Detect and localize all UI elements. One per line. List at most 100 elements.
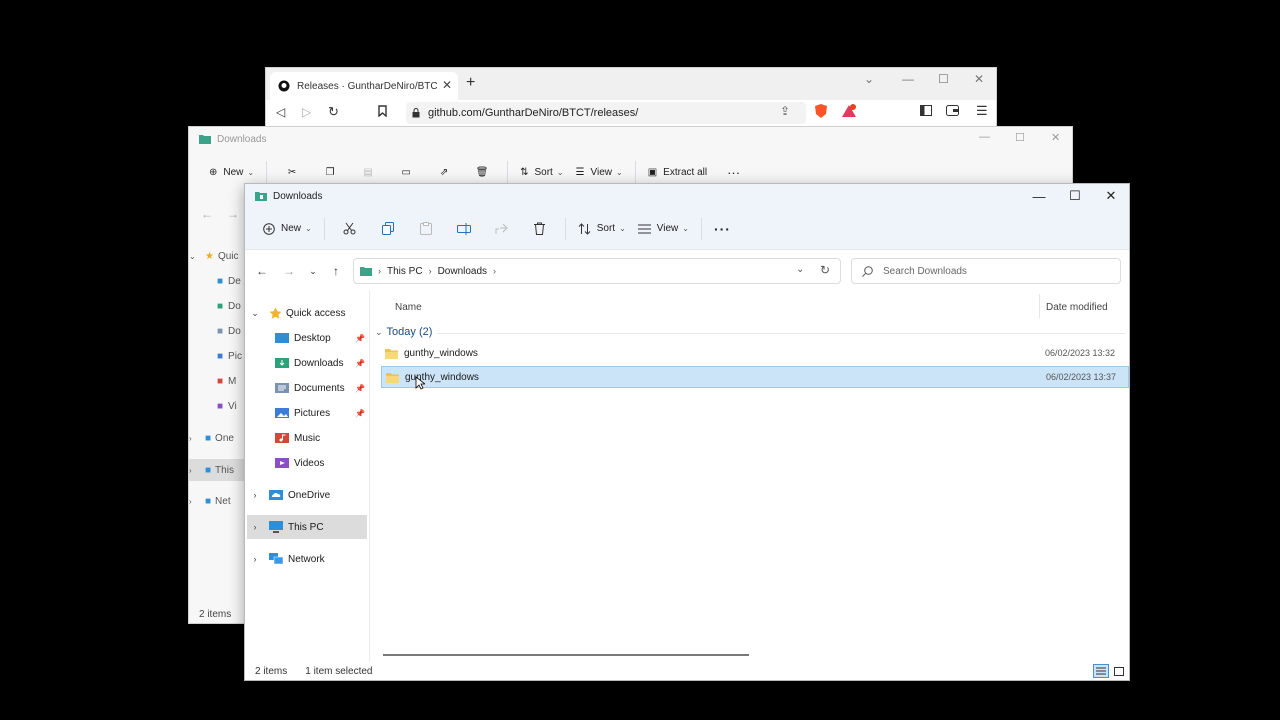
url-text: github.com/GuntharDeNiro/BTCT/releases/ xyxy=(428,107,639,119)
horizontal-scrollbar[interactable] xyxy=(383,654,749,656)
file-list: Name Date modified ⌄ Today (2) gunthy_wi… xyxy=(371,290,1129,662)
up-icon[interactable]: ↑ xyxy=(325,262,347,280)
reload-icon[interactable]: ↻ xyxy=(328,104,339,120)
close-button[interactable]: ✕ xyxy=(1093,184,1129,208)
rename-icon[interactable] xyxy=(445,214,483,244)
folder-icon xyxy=(386,372,399,383)
sidebar-item-this-pc[interactable]: › This PC xyxy=(247,515,367,539)
breadcrumb-this-pc[interactable]: This PC xyxy=(387,266,423,277)
back-icon[interactable]: ← xyxy=(201,207,213,221)
pin-icon[interactable]: 📌 xyxy=(355,359,365,368)
forward-icon[interactable]: → xyxy=(227,207,239,221)
chevron-down-icon: ⌄ xyxy=(619,224,626,233)
extract-icon: ▣ xyxy=(647,166,658,178)
pin-icon[interactable]: 📌 xyxy=(355,409,365,418)
mouse-cursor-icon xyxy=(415,376,425,390)
view-icon: ☰ xyxy=(575,166,585,178)
breadcrumb-downloads[interactable]: Downloads xyxy=(438,266,487,277)
browser-tab[interactable]: Releases · GuntharDeNiro/BTCT ✕ xyxy=(270,72,458,100)
close-button[interactable]: ✕ xyxy=(974,72,984,86)
chevron-down-icon: ⌄ xyxy=(305,224,312,233)
back-icon[interactable]: ← xyxy=(251,262,273,280)
status-bar: 2 items 1 item selected xyxy=(245,662,1129,680)
column-header-name[interactable]: Name xyxy=(395,302,422,313)
wallet-icon[interactable] xyxy=(946,105,959,116)
search-box[interactable]: Search Downloads xyxy=(851,258,1121,284)
sidebar-item-onedrive[interactable]: › ■ One xyxy=(189,427,249,449)
group-header-today[interactable]: ⌄ Today (2) xyxy=(375,326,432,338)
brave-rewards-icon[interactable] xyxy=(841,104,857,118)
sidebar-item-music[interactable]: Music xyxy=(245,426,369,450)
sidebar-item-downloads[interactable]: Downloads 📌 xyxy=(245,351,369,375)
minimize-button[interactable]: — xyxy=(1021,184,1057,208)
refresh-icon[interactable]: ↻ xyxy=(820,263,830,277)
brave-shield-icon[interactable] xyxy=(814,103,828,119)
column-header-date-modified[interactable]: Date modified xyxy=(1046,302,1108,313)
sidebar-item-desktop[interactable]: Desktop 📌 xyxy=(245,326,369,350)
bookmark-icon[interactable] xyxy=(378,105,387,117)
sidebar-item-quick-access[interactable]: ⌄ ★ Quic xyxy=(189,245,249,267)
tiles-view-icon[interactable] xyxy=(1111,664,1127,678)
sidebar-item-pictures[interactable]: Pictures 📌 xyxy=(245,401,369,425)
chevron-down-icon: ⌄ xyxy=(375,326,383,337)
address-bar[interactable]: github.com/GuntharDeNiro/BTCT/releases/ xyxy=(406,102,806,124)
close-tab-icon[interactable]: ✕ xyxy=(442,78,452,92)
more-options-button[interactable]: ··· xyxy=(708,214,737,244)
minimize-button[interactable]: — xyxy=(979,131,990,143)
new-button[interactable]: New ⌄ xyxy=(257,214,318,244)
sidebar-item-desktop[interactable]: ■ De xyxy=(189,270,249,292)
documents-folder-icon xyxy=(275,383,289,393)
maximize-button[interactable]: ☐ xyxy=(1057,184,1093,208)
pin-icon[interactable]: 📌 xyxy=(355,334,365,343)
close-button[interactable]: ✕ xyxy=(1051,131,1060,144)
videos-folder-icon xyxy=(275,458,289,468)
sidebar-item-documents[interactable]: ■ Do xyxy=(189,320,249,342)
sidebar-item-onedrive[interactable]: › OneDrive xyxy=(245,483,369,507)
sidebar-icon[interactable] xyxy=(920,105,932,116)
sidebar-item-documents[interactable]: Documents 📌 xyxy=(245,376,369,400)
sidebar-item-videos[interactable]: Videos xyxy=(245,451,369,475)
pin-icon[interactable]: 📌 xyxy=(355,384,365,393)
breadcrumb-chevron-icon: › xyxy=(493,266,497,276)
sidebar-item-network[interactable]: › Network xyxy=(245,547,369,571)
copy-icon[interactable] xyxy=(369,214,407,244)
search-icon xyxy=(862,265,873,277)
search-placeholder: Search Downloads xyxy=(883,265,967,277)
file-row-selected[interactable]: gunthy_windows 06/02/2023 13:37 xyxy=(381,366,1129,388)
sidebar-item-music[interactable]: ■ M xyxy=(189,370,249,392)
forward-icon[interactable]: → xyxy=(278,262,300,280)
menu-icon[interactable]: ☰ xyxy=(976,103,988,119)
tab-search-icon[interactable]: ⌄ xyxy=(864,72,874,86)
view-button[interactable]: View ⌄ xyxy=(632,214,695,244)
address-bar[interactable]: › This PC › Downloads › ⌄ ↻ xyxy=(353,258,841,284)
file-row[interactable]: gunthy_windows 06/02/2023 13:32 xyxy=(381,342,1129,364)
sidebar-item-videos[interactable]: ■ Vi xyxy=(189,395,249,417)
address-dropdown-icon[interactable]: ⌄ xyxy=(796,264,804,275)
minimize-button[interactable]: — xyxy=(902,72,914,86)
cut-icon[interactable] xyxy=(331,214,369,244)
sort-icon xyxy=(578,222,591,235)
status-item-count: 2 items xyxy=(199,609,232,620)
share-icon[interactable]: ⇪ xyxy=(780,104,790,118)
recent-locations-icon[interactable]: ⌄ xyxy=(302,262,324,280)
sidebar-item-network[interactable]: › ■ Net xyxy=(189,490,249,512)
back-icon[interactable]: ◁ xyxy=(276,105,285,119)
sidebar-item-pictures[interactable]: ■ Pic xyxy=(189,345,249,367)
lock-icon xyxy=(412,108,420,118)
column-divider[interactable] xyxy=(1039,294,1040,318)
sort-button[interactable]: Sort ⌄ xyxy=(572,214,632,244)
paste-icon[interactable] xyxy=(407,214,445,244)
maximize-button[interactable]: ☐ xyxy=(1015,131,1025,144)
delete-icon[interactable] xyxy=(521,214,559,244)
maximize-button[interactable]: ☐ xyxy=(938,72,949,86)
sidebar-item-quick-access[interactable]: ⌄ Quick access xyxy=(245,301,369,325)
sidebar-item-this-pc[interactable]: › ■ This xyxy=(189,459,249,481)
sidebar-item-downloads[interactable]: ■ Do xyxy=(189,295,249,317)
file-date: 06/02/2023 13:37 xyxy=(1046,372,1117,382)
forward-icon[interactable]: ▷ xyxy=(302,105,311,119)
star-icon xyxy=(269,307,282,319)
new-tab-button[interactable]: + xyxy=(466,74,475,92)
details-view-icon[interactable] xyxy=(1093,664,1109,678)
share-icon[interactable] xyxy=(483,214,521,244)
downloads-folder-icon xyxy=(275,358,289,368)
